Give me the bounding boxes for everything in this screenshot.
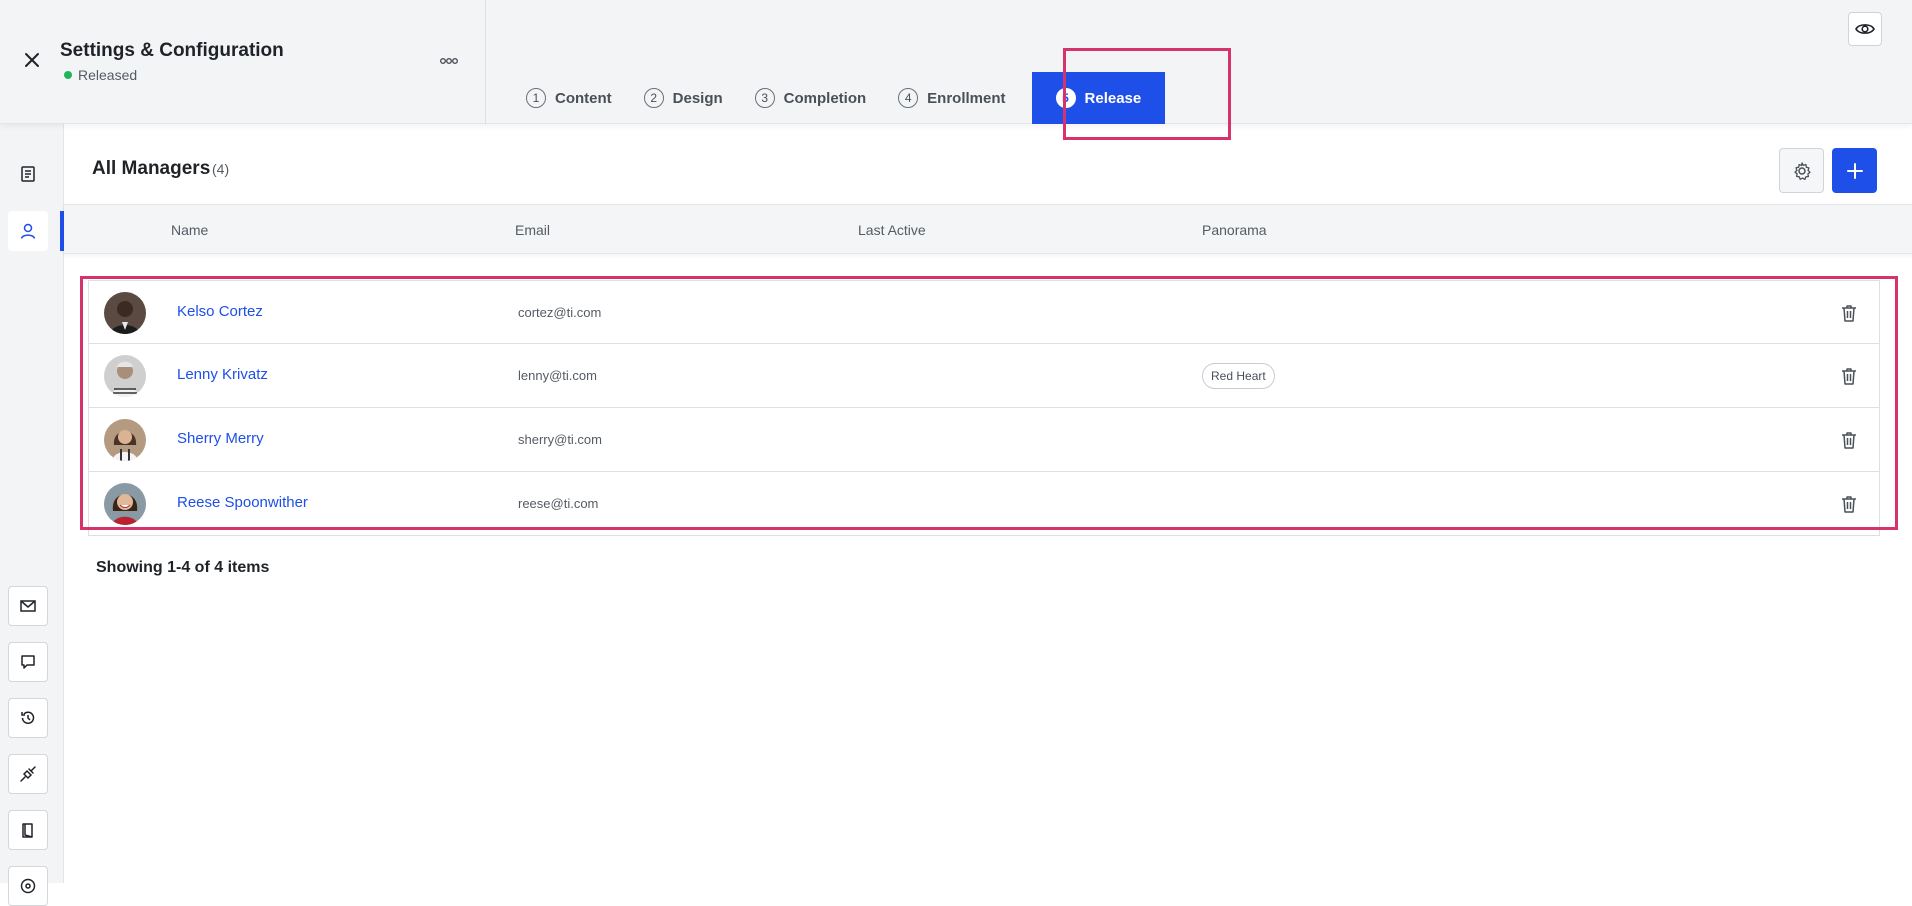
avatar: [104, 292, 146, 334]
delete-button[interactable]: [1837, 364, 1861, 388]
preview-button[interactable]: [1848, 12, 1882, 46]
manager-email: lenny@ti.com: [518, 368, 597, 383]
manager-name-link[interactable]: Lenny Krivatz: [177, 366, 268, 383]
sidebar-item-integrations[interactable]: [8, 754, 48, 794]
section-count: (4): [212, 161, 230, 177]
table-header: Name Email Last Active Panorama: [64, 204, 1912, 254]
trash-icon: [1842, 305, 1856, 322]
tab-label: Enrollment: [927, 89, 1006, 107]
more-horizontal-icon: [440, 58, 458, 64]
table-row: Lenny Krivatz lenny@ti.com Red Heart: [88, 344, 1880, 408]
tab-label: Design: [672, 89, 723, 107]
pagination-summary: Showing 1-4 of 4 items: [96, 559, 270, 576]
sidebar-item-help[interactable]: [8, 866, 48, 906]
sidebar-item-users[interactable]: [8, 211, 48, 251]
sidebar-item-mail[interactable]: [8, 586, 48, 626]
user-icon: [20, 223, 36, 239]
chat-bubble-icon: [21, 655, 35, 669]
sidebar-item-history[interactable]: [8, 698, 48, 738]
tab-label: Completion: [783, 89, 867, 107]
status-badge: Released: [64, 67, 137, 83]
avatar: [104, 355, 146, 397]
mail-icon: [20, 600, 36, 612]
gear-icon: [1793, 161, 1811, 180]
tab-design[interactable]: 2 Design: [628, 72, 739, 124]
step-number: 5: [1055, 88, 1076, 108]
manager-name-link[interactable]: Kelso Cortez: [177, 303, 263, 320]
manager-email: sherry@ti.com: [518, 432, 602, 447]
plus-icon: [1846, 162, 1863, 179]
tab-label: Release: [1084, 89, 1142, 107]
document-list-icon: [21, 166, 35, 182]
avatar: [104, 419, 146, 461]
page-title: Settings & Configuration: [60, 40, 284, 61]
tab-completion[interactable]: 3 Completion: [739, 72, 883, 124]
step-tabs: 1 Content 2 Design 3 Completion 4 Enroll…: [510, 72, 1166, 124]
tab-release[interactable]: 5 Release: [1031, 72, 1166, 124]
help-icon: [20, 878, 36, 894]
column-header-last-active[interactable]: Last Active: [858, 222, 926, 238]
tab-content[interactable]: 1 Content: [510, 72, 628, 124]
manager-email: cortez@ti.com: [518, 305, 602, 320]
top-header: Settings & Configuration Released 1 Cont…: [0, 0, 1912, 124]
plug-icon: [20, 766, 36, 782]
add-manager-button[interactable]: [1832, 148, 1877, 193]
sidebar-item-library[interactable]: [8, 810, 48, 850]
tab-label: Content: [555, 89, 612, 107]
close-icon: [25, 53, 39, 67]
manager-name-link[interactable]: Sherry Merry: [177, 430, 264, 447]
book-icon: [22, 823, 33, 838]
history-icon: [21, 711, 35, 724]
section-title: All Managers: [92, 158, 211, 179]
eye-icon: [1855, 24, 1875, 34]
column-header-name[interactable]: Name: [171, 222, 208, 238]
sidebar-item-chat[interactable]: [8, 642, 48, 682]
column-header-panorama[interactable]: Panorama: [1202, 222, 1267, 238]
step-number: 1: [526, 88, 546, 108]
panorama-tag: Red Heart: [1202, 363, 1275, 389]
column-header-email[interactable]: Email: [515, 222, 550, 238]
avatar: [104, 483, 146, 525]
delete-button[interactable]: [1837, 428, 1861, 452]
delete-button[interactable]: [1837, 301, 1861, 325]
more-options-button[interactable]: [436, 50, 462, 72]
trash-icon: [1842, 368, 1856, 385]
manager-email: reese@ti.com: [518, 496, 599, 511]
step-number: 3: [754, 88, 775, 108]
close-button[interactable]: [18, 46, 46, 74]
step-number: 4: [898, 88, 919, 108]
tab-enrollment[interactable]: 4 Enrollment: [882, 72, 1021, 124]
table-row: Reese Spoonwither reese@ti.com: [88, 472, 1880, 536]
step-number: 2: [643, 88, 664, 108]
status-dot-icon: [64, 71, 72, 79]
status-label: Released: [78, 67, 138, 83]
left-sidebar: [0, 124, 64, 906]
sidebar-item-content[interactable]: [8, 154, 48, 194]
table-settings-button[interactable]: [1779, 148, 1824, 193]
table-row: Sherry Merry sherry@ti.com: [88, 408, 1880, 472]
table-row: Kelso Cortez cortez@ti.com: [88, 280, 1880, 344]
delete-button[interactable]: [1837, 492, 1861, 516]
trash-icon: [1842, 496, 1856, 513]
trash-icon: [1842, 432, 1856, 449]
managers-table-body: Kelso Cortez cortez@ti.com Lenny Krivatz…: [88, 280, 1880, 536]
header-title-panel: Settings & Configuration Released: [0, 0, 486, 124]
manager-name-link[interactable]: Reese Spoonwither: [177, 494, 308, 511]
